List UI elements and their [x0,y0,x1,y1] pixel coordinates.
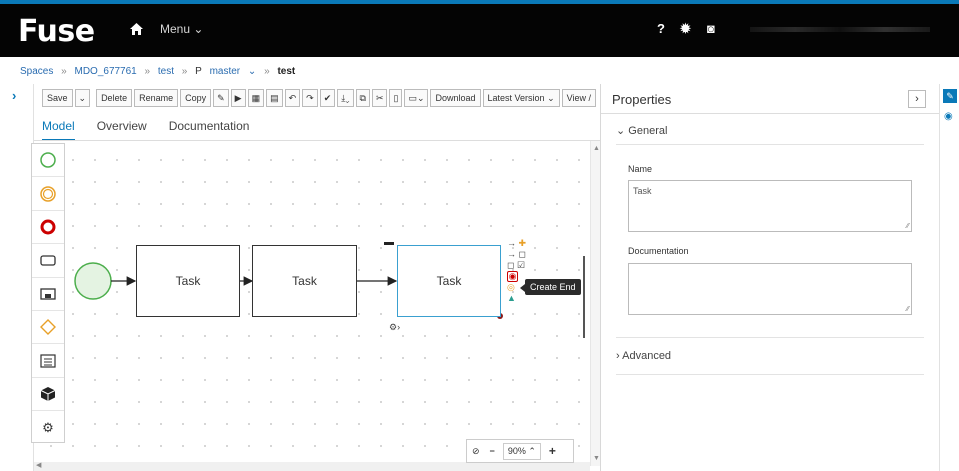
end-event-icon [40,219,56,235]
section-general-label: General [628,125,668,137]
create-end-tooltip: Create End [520,279,581,295]
properties-panel: Properties › ⌄ General Name Task ⁄⁄ Docu… [600,84,940,471]
zoom-in-button[interactable]: + [544,444,561,458]
fit-icon[interactable]: ⊘ [467,446,485,457]
task-node-selected[interactable]: Task [397,245,501,317]
properties-divider [601,113,940,114]
palette-intermediate-event[interactable] [32,177,64,211]
intermediate-event-icon [40,185,56,202]
section-divider [616,144,924,145]
palette-subprocess[interactable] [32,278,64,311]
help-icon[interactable]: ? [657,21,665,36]
start-event-icon [40,152,56,168]
task-node[interactable]: Task [136,245,240,317]
append-task-icon[interactable]: ◻ ☑ [507,260,526,271]
connect-task-icon[interactable]: → ◻ [507,249,526,260]
eye-icon[interactable]: ◉ [944,111,953,122]
chevron-down-icon: ⌄ [616,125,629,137]
section-advanced-label: Advanced [622,350,672,362]
collapse-panel-button[interactable]: › [908,90,926,108]
zoom-level-dropdown[interactable]: 90% ⌃ [502,442,541,460]
gears-icon: ⚙ [42,419,54,435]
list-icon [40,353,56,368]
gears-icon[interactable]: ⚙› [389,322,400,333]
name-value: Task [633,186,652,196]
resize-grip-icon[interactable]: ⁄⁄ [907,306,909,313]
task-node[interactable]: Task [252,245,357,317]
palette-lane[interactable] [32,344,64,378]
palette-gateway[interactable] [32,311,64,345]
shape-palette: ⚙ [31,143,65,443]
gateway-icon[interactable]: ▲ [507,293,526,304]
trash-icon[interactable]: ▬ [384,237,394,248]
palette-custom-tasks[interactable]: ⚙ [32,411,64,444]
right-rail: ✎ ◉ [939,84,959,471]
palette-start-event[interactable] [32,144,64,178]
gear-icon[interactable]: ✹ [680,21,691,37]
name-label: Name [628,164,653,174]
resize-grip-icon[interactable]: ⁄⁄ [907,223,909,230]
gateway-icon [40,319,56,336]
camera-icon[interactable]: ◙ [707,21,715,36]
canvas-edge [583,256,585,338]
node-toolbox: → ✚ → ◻ ◻ ☑ ◉ ◎ ▲ [507,238,526,304]
palette-end-event[interactable] [32,211,64,245]
subprocess-icon [40,288,56,300]
properties-title: Properties [612,92,672,107]
palette-artifacts[interactable] [32,378,64,412]
name-field[interactable]: Task ⁄⁄ [628,180,912,232]
cube-icon [40,386,56,401]
morph-arrow-icon[interactable]: → ✚ [507,238,526,249]
documentation-label: Documentation [628,246,689,256]
end-event-icon[interactable]: ◉ [507,271,526,282]
user-area[interactable] [750,27,930,32]
section-divider [616,337,924,338]
documentation-field[interactable]: ⁄⁄ [628,263,912,315]
zoom-out-button[interactable]: − [485,446,500,456]
section-advanced[interactable]: › Advanced [616,350,671,362]
edit-properties-icon[interactable]: ✎ [943,89,957,103]
zoom-control: ⊘ − 90% ⌃ + [466,439,574,463]
task-icon [40,255,56,267]
zoom-level: 90% [507,445,526,456]
palette-task[interactable] [32,244,64,278]
section-divider [616,374,924,375]
section-general[interactable]: ⌄ General [616,124,667,137]
start-event[interactable] [74,262,112,300]
process-diagram [74,262,503,319]
